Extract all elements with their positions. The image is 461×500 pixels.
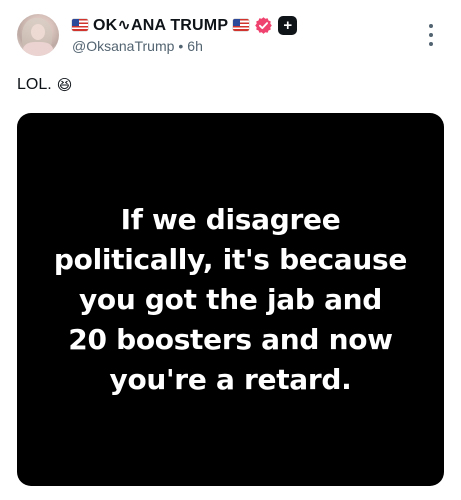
avatar-shirt — [23, 42, 53, 56]
display-name[interactable]: OK∿ANA TRUMP — [93, 15, 228, 35]
meta-separator: • — [178, 38, 184, 54]
author-handle[interactable]: @OksanaTrump — [72, 38, 174, 54]
author-name-row[interactable]: OK∿ANA TRUMP + — [72, 14, 298, 36]
post-text-body: LOL. — [17, 76, 52, 93]
us-flag-icon — [233, 19, 250, 31]
media-text: If we disagree politically, it's because… — [41, 200, 421, 400]
media-text-line: 20 boosters and now — [68, 322, 393, 356]
us-flag-icon — [72, 19, 88, 31]
more-vertical-icon-dot — [429, 33, 433, 37]
verified-badge-icon[interactable] — [254, 16, 273, 35]
post-text: LOL. 😆 — [17, 76, 72, 94]
more-vertical-icon-dot — [429, 24, 433, 28]
post-card: OK∿ANA TRUMP + @OksanaTrump • 6h LOL. 😆 If… — [0, 0, 461, 500]
laughing-emoji-icon: 😆 — [56, 76, 73, 94]
media-text-line: you got the jab and — [78, 282, 383, 316]
media-text-line: you're a retard. — [109, 362, 352, 396]
avatar-face — [31, 24, 45, 40]
post-timestamp[interactable]: 6h — [187, 38, 203, 54]
plus-badge-icon[interactable]: + — [278, 15, 298, 35]
more-vertical-icon-dot — [429, 42, 433, 46]
more-options-button[interactable] — [424, 24, 438, 46]
avatar[interactable] — [17, 14, 59, 56]
media-text-line: If we disagree — [120, 202, 341, 236]
author-meta: @OksanaTrump • 6h — [72, 38, 203, 54]
post-media-image[interactable]: If we disagree politically, it's because… — [17, 113, 444, 486]
media-text-line: politically, it's because — [53, 242, 408, 276]
